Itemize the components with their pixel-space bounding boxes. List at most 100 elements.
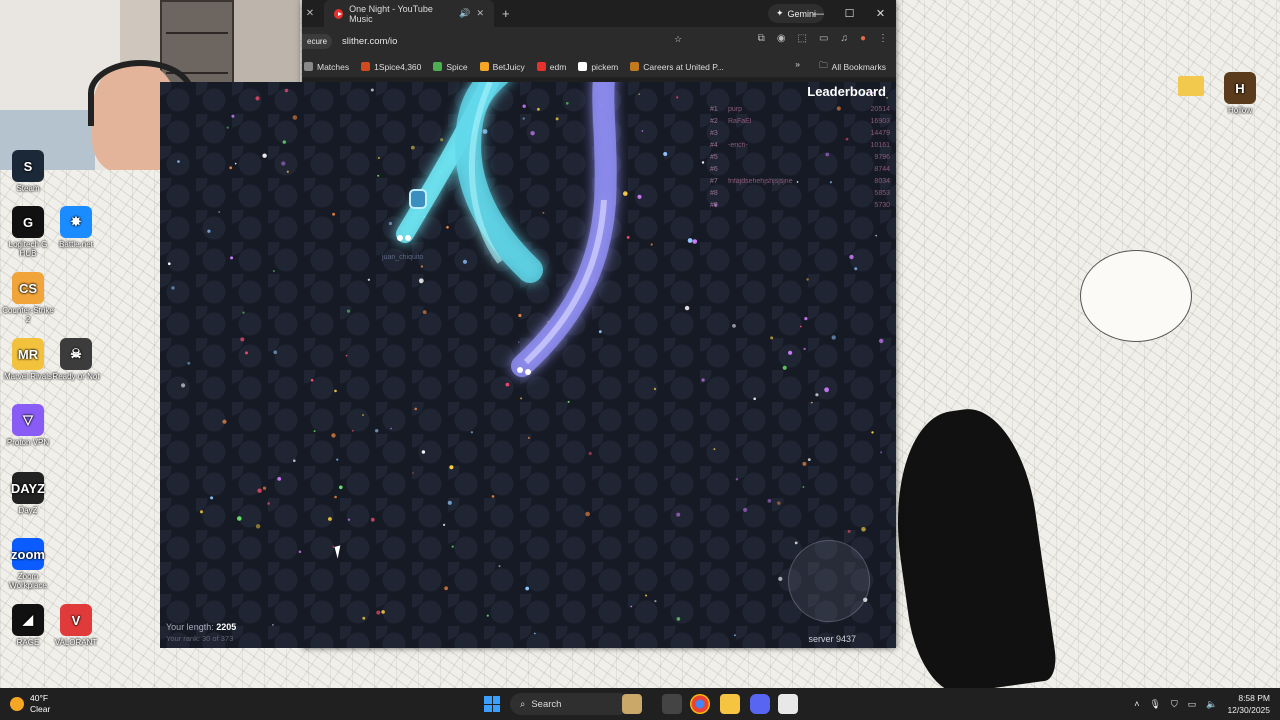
close-window-button[interactable]: ✕ <box>865 0 896 27</box>
food-pellet <box>447 500 452 505</box>
food-pellet <box>692 239 698 244</box>
food-pellet <box>735 478 739 481</box>
desktop-icon[interactable]: ✸ Battle.net <box>48 206 104 249</box>
bookmark-star-icon[interactable]: ☆ <box>674 34 682 45</box>
food-pellet <box>255 524 261 529</box>
speaker-icon[interactable]: 🔊 <box>459 8 470 19</box>
tab-close-icon[interactable]: ✕ <box>476 8 484 19</box>
file-folder-icon[interactable] <box>622 694 642 714</box>
file-explorer-icon[interactable] <box>720 694 740 714</box>
new-tab-button[interactable]: + <box>502 6 510 21</box>
app-icon: ▽ <box>12 404 44 436</box>
leaderboard-score: 14479 <box>870 129 890 137</box>
food-pellet <box>207 229 211 233</box>
microphone-icon[interactable]: 🎙 <box>1150 699 1161 710</box>
discord-icon[interactable] <box>750 694 770 714</box>
food-pellet <box>585 511 590 517</box>
leaderboard-score: 9796 <box>874 153 890 161</box>
snake-eye <box>397 235 403 241</box>
clock[interactable]: 8:58 PM 12/30/2025 <box>1227 692 1270 716</box>
chrome-icon[interactable] <box>690 694 710 714</box>
food-pellet <box>815 393 819 397</box>
network-icon[interactable]: ▭ <box>1188 699 1197 710</box>
start-button[interactable] <box>484 696 500 712</box>
desktop-icon[interactable]: H Hollow <box>1212 72 1268 115</box>
bookmark-label: Spice <box>446 61 468 72</box>
bookmark-item[interactable]: edm <box>536 62 566 72</box>
task-view-icon[interactable] <box>662 694 682 714</box>
desktop-icon[interactable]: V VALORANT <box>48 604 104 647</box>
leaderboard-score: 5853 <box>874 189 890 197</box>
url-text[interactable]: slither.com/io <box>342 36 397 47</box>
food-pellet <box>199 510 204 514</box>
food-pellet <box>788 350 793 355</box>
address-bar[interactable]: ecure slither.com/io ☆ ⧉ ◉ ⬚ ▭ ♫ ● ⋮ <box>302 27 896 56</box>
leaderboard-row: #7 fnfajdsehehjshjsjsjne 8034 <box>710 175 890 187</box>
avatar[interactable]: ● <box>860 33 866 44</box>
profile-extension-icon[interactable]: ◉ <box>777 33 786 44</box>
desktop-icon[interactable]: S Steam <box>0 150 56 193</box>
food-pellet <box>229 166 233 170</box>
security-icon[interactable]: ⛉ <box>1171 699 1178 710</box>
folder-icon[interactable] <box>1178 76 1204 96</box>
app-icon: DAYZ <box>11 472 45 504</box>
chevron-up-icon[interactable]: ˄ <box>1134 699 1139 709</box>
slither-game-canvas[interactable]: juan_chiquito Leaderboard #1 purp 20514 #2 R… <box>160 82 896 648</box>
food-pellet <box>375 429 379 433</box>
desktop-icon[interactable]: ☠ Ready or Not <box>48 338 104 381</box>
food-pellet <box>782 365 787 370</box>
menu-icon[interactable]: ⋮ <box>878 33 888 44</box>
desktop-icon[interactable]: ▽ Proton VPN <box>0 404 56 447</box>
food-pellet <box>443 523 446 526</box>
desktop-icon[interactable]: zoom Zoom Workplace <box>0 538 56 590</box>
site-info-chip[interactable]: ecure <box>302 34 333 49</box>
bookmark-item[interactable]: Careers at United P... <box>630 62 724 72</box>
desktop-icon[interactable]: DAYZ DayZ <box>0 472 56 515</box>
food-pellet <box>449 465 454 470</box>
bookmark-item[interactable]: 1Spice4,360 <box>361 62 421 72</box>
food-pellet <box>282 140 286 144</box>
food-pellet <box>470 431 474 434</box>
food-pellet <box>446 226 449 229</box>
tab-youtube-music[interactable]: One Night - YouTube Music 🔊 ✕ <box>324 0 494 27</box>
food-pellet <box>875 234 878 237</box>
extension-icon[interactable]: ⧉ <box>758 33 765 44</box>
player-marker-icon <box>409 189 427 209</box>
media-control-icon[interactable]: ♫ <box>840 33 848 44</box>
food-pellet <box>567 400 570 403</box>
food-pellet <box>240 337 245 342</box>
food-pellet <box>701 161 705 164</box>
search-icon: ⌕ <box>520 698 526 710</box>
leaderboard-rank: #7 <box>710 177 718 185</box>
taskbar-search[interactable]: ⌕ Search <box>510 693 630 715</box>
leaderboard-score: 5730 <box>874 201 890 209</box>
food-pellet <box>806 278 809 281</box>
desktop-icon-label: VALORANT <box>54 638 98 647</box>
food-pellet <box>687 238 693 243</box>
maximize-button[interactable]: ☐ <box>834 0 865 27</box>
food-pellet <box>732 324 736 328</box>
food-pellet <box>555 117 559 121</box>
bookmark-item[interactable]: Spice <box>433 61 468 72</box>
bookmarks-overflow-button[interactable]: » <box>795 59 800 69</box>
volume-icon[interactable]: 🔈 <box>1206 699 1217 710</box>
leaderboard-row: #6 8744 <box>710 163 890 175</box>
bookmark-item[interactable]: Matches <box>304 62 349 72</box>
puzzle-icon[interactable]: ⬚ <box>798 33 807 44</box>
bookmark-item[interactable]: pickem <box>578 62 618 72</box>
food-pellet <box>293 459 296 463</box>
app-icon[interactable] <box>778 694 798 714</box>
leaderboard-name: -erich- <box>728 141 748 149</box>
food-pellet <box>351 429 354 432</box>
food-pellet <box>498 565 501 568</box>
bookmark-item[interactable]: BetJuicy <box>479 62 525 72</box>
close-icon[interactable]: ✕ <box>302 8 318 19</box>
tab-bar: ✕ One Night - YouTube Music 🔊 ✕ + ✦ Gemi… <box>302 0 896 27</box>
all-bookmarks-button[interactable]: 🗀 All Bookmarks <box>819 60 886 74</box>
weather-widget[interactable]: 40°F Clear <box>10 693 50 715</box>
desktop-icon-label: DayZ <box>18 506 38 515</box>
minimize-button[interactable]: — <box>803 0 834 27</box>
desktop-icon[interactable]: CS Counter-Strike 2 <box>0 272 56 324</box>
split-view-icon[interactable]: ▭ <box>819 33 828 44</box>
food-pellet <box>630 605 633 608</box>
